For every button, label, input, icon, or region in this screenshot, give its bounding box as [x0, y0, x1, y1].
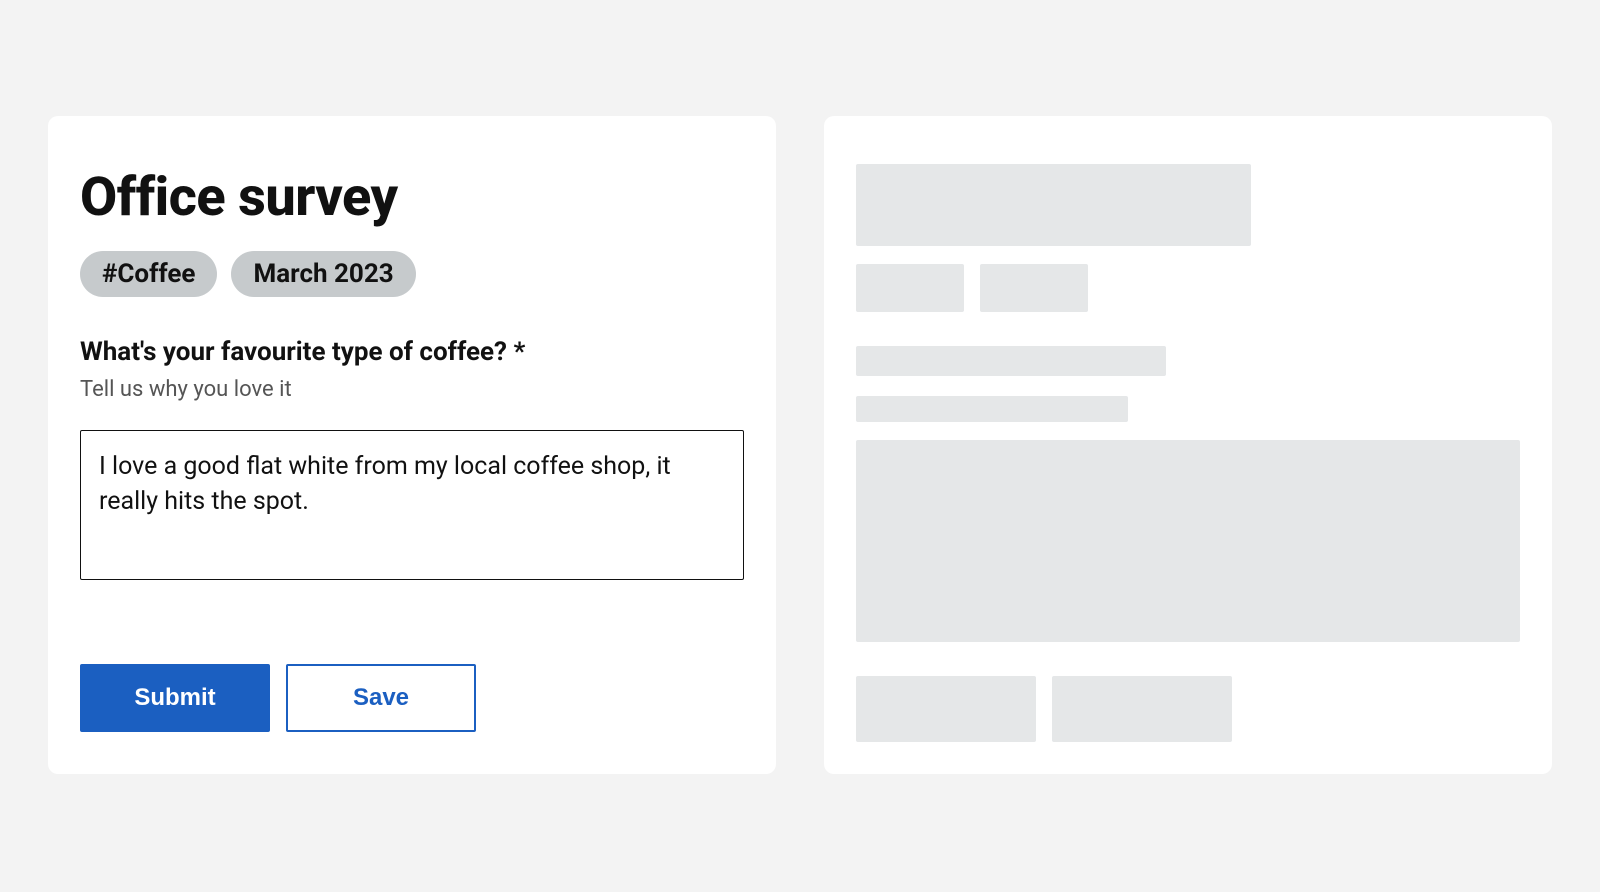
skeleton-textarea — [856, 440, 1520, 642]
page-title: Office survey — [80, 166, 744, 229]
submit-button[interactable]: Submit — [80, 664, 270, 732]
skeleton-question — [856, 346, 1166, 376]
layout-container: Office survey #Coffee March 2023 What's … — [48, 116, 1552, 774]
button-row: Submit Save — [80, 664, 744, 732]
skeleton-button — [1052, 676, 1232, 742]
save-button[interactable]: Save — [286, 664, 476, 732]
tag-coffee[interactable]: #Coffee — [80, 251, 217, 297]
survey-card: Office survey #Coffee March 2023 What's … — [48, 116, 776, 774]
question-hint: Tell us why you love it — [80, 377, 744, 402]
skeleton-button — [856, 676, 1036, 742]
skeleton-title — [856, 164, 1251, 246]
skeleton-buttons — [856, 676, 1520, 742]
skeleton-tag — [856, 264, 964, 312]
skeleton-tag — [980, 264, 1088, 312]
skeleton-card — [824, 116, 1552, 774]
tag-date[interactable]: March 2023 — [231, 251, 415, 297]
tag-row: #Coffee March 2023 — [80, 251, 744, 297]
question-label: What's your favourite type of coffee? * — [80, 337, 744, 367]
answer-textarea[interactable] — [80, 430, 744, 580]
skeleton-tags — [856, 264, 1520, 312]
skeleton-hint — [856, 396, 1128, 422]
